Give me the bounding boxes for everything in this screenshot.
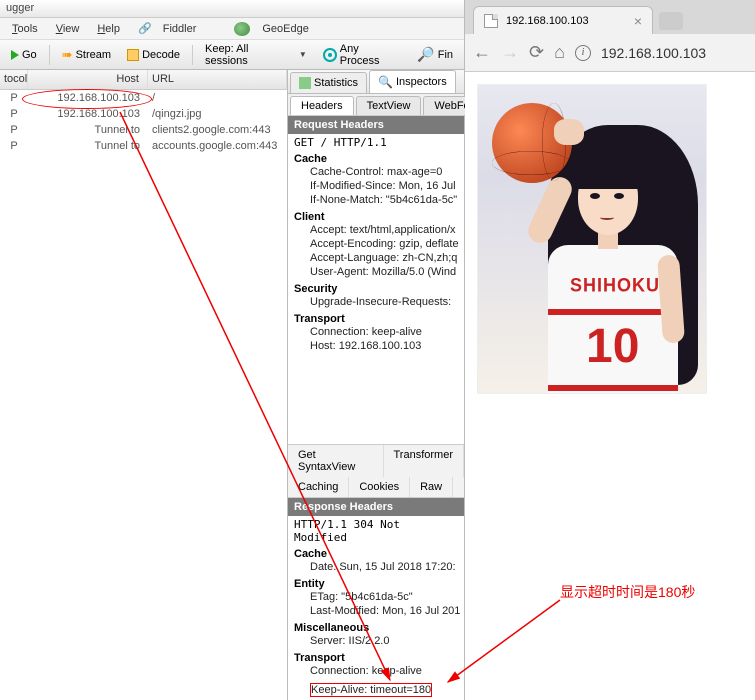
response-headers-panel: Response Headers HTTP/1.1 304 Not Modifi…	[288, 498, 464, 700]
titlebar: ugger	[0, 0, 464, 18]
geoedge-icon	[234, 22, 250, 36]
content-split: tocol Host URL P192.168.100.103/P192.168…	[0, 70, 464, 700]
col-host[interactable]: Host	[28, 70, 148, 89]
response-headers-title: Response Headers	[288, 498, 464, 516]
inspector-tabrow: Statistics 🔍Inspectors	[288, 70, 464, 94]
header-kv: Connection: keep-alive	[294, 325, 464, 339]
fiddler-window: ugger Tools View Help 🔗 Fiddler GeoEdge …	[0, 0, 465, 700]
request-headers-title: Request Headers	[288, 116, 464, 134]
header-kv: If-None-Match: "5b4c61da-5c"	[294, 193, 464, 207]
browser-window: 192.168.100.103 × ← → ⟳ ⌂ i 192.168.100.…	[465, 0, 755, 700]
go-button[interactable]: Go	[4, 45, 44, 65]
header-kv: Connection: keep-alive	[294, 664, 464, 678]
header-group: ClientAccept: text/html,application/xAcc…	[288, 209, 464, 281]
jersey-number: 10	[586, 319, 639, 374]
btn-syntaxview[interactable]: Get SyntaxView	[288, 445, 384, 477]
chrome-tabbar: 192.168.100.103 ×	[465, 0, 755, 34]
header-group: MiscellaneousServer: IIS/2.2.0	[288, 620, 464, 650]
target-icon	[323, 48, 337, 62]
session-row[interactable]: P192.168.100.103/qingzi.jpg	[0, 106, 287, 122]
back-button[interactable]: ←	[473, 42, 491, 63]
play-icon	[11, 50, 19, 60]
menu-help[interactable]: Help	[89, 21, 128, 37]
menu-fiddler[interactable]: 🔗 Fiddler	[130, 20, 212, 37]
response-line: HTTP/1.1 304 Not Modified	[288, 516, 464, 546]
header-kv: Server: IIS/2.2.0	[294, 634, 464, 648]
new-tab-button[interactable]	[659, 12, 683, 30]
response-subtabs: Get SyntaxView Transformer Caching Cooki…	[288, 444, 464, 498]
stats-icon	[299, 77, 311, 89]
browser-tab[interactable]: 192.168.100.103 ×	[473, 6, 653, 34]
header-kv: Accept-Encoding: gzip, deflate	[294, 237, 464, 251]
request-subtabs: Headers TextView WebFor	[288, 94, 464, 116]
btn-cookies[interactable]: Cookies	[349, 477, 410, 497]
header-kv: User-Agent: Mozilla/5.0 (Wind	[294, 265, 464, 279]
header-kv: Cache-Control: max-age=0	[294, 165, 464, 179]
magnifier-icon: 🔍	[378, 75, 393, 89]
header-group: TransportConnection: keep-aliveHost: 192…	[288, 311, 464, 355]
tab-statistics[interactable]: Statistics	[290, 72, 367, 93]
subtab-textview[interactable]: TextView	[356, 96, 422, 115]
inspectors-pane: Statistics 🔍Inspectors Headers TextView …	[287, 70, 464, 700]
header-kv: Accept-Language: zh-CN,zh;q	[294, 251, 464, 265]
header-kv: Last-Modified: Mon, 16 Jul 201	[294, 604, 464, 618]
info-icon[interactable]: i	[575, 45, 591, 61]
header-kv: ETag: "5b4c61da-5c"	[294, 590, 464, 604]
forward-button[interactable]: →	[501, 42, 519, 63]
session-row[interactable]: PTunnel toclients2.google.com:443	[0, 122, 287, 138]
keepalive-highlight: Keep-Alive: timeout=180	[310, 683, 432, 697]
home-button[interactable]: ⌂	[554, 42, 565, 63]
header-kv: Host: 192.168.100.103	[294, 339, 464, 353]
header-kv: If-Modified-Since: Mon, 16 Jul	[294, 179, 464, 193]
page-icon	[484, 14, 498, 28]
btn-transformer[interactable]: Transformer	[384, 445, 465, 477]
stream-button[interactable]: ➠Stream	[55, 43, 118, 67]
request-line: GET / HTTP/1.1	[288, 134, 464, 151]
keep-dropdown[interactable]: Keep: All sessions▼	[198, 39, 314, 71]
reload-button[interactable]: ⟳	[529, 42, 544, 63]
menu-geoedge[interactable]: GeoEdge	[226, 19, 324, 39]
toolbar: Go ➠Stream Decode Keep: All sessions▼ An…	[0, 40, 464, 70]
menu-tools[interactable]: Tools	[4, 21, 46, 37]
col-url[interactable]: URL	[148, 70, 287, 89]
chrome-toolbar: ← → ⟳ ⌂ i 192.168.100.103	[465, 34, 755, 72]
header-group: TransportConnection: keep-alive	[288, 650, 464, 680]
tab-title: 192.168.100.103	[506, 15, 589, 27]
find-icon: 🔎	[417, 46, 434, 63]
any-process-button[interactable]: Any Process	[316, 39, 408, 71]
annotation-text: 显示超时时间是180秒	[560, 582, 695, 602]
sessions-header: tocol Host URL	[0, 70, 287, 90]
header-group: EntityETag: "5b4c61da-5c"Last-Modified: …	[288, 576, 464, 620]
decode-icon	[127, 49, 139, 61]
chevron-down-icon: ▼	[299, 50, 307, 59]
header-kv: Date: Sun, 15 Jul 2018 17:20:	[294, 560, 464, 574]
decode-button[interactable]: Decode	[120, 45, 187, 65]
page-image: SHIHOKU 10	[477, 84, 707, 394]
btn-raw[interactable]: Raw	[410, 477, 453, 497]
jersey-text: SHIHOKU	[570, 274, 660, 297]
session-row[interactable]: PTunnel toaccounts.google.com:443	[0, 138, 287, 154]
page-body: SHIHOKU 10 显示超时时间是180秒	[465, 72, 755, 700]
btn-caching[interactable]: Caching	[288, 477, 349, 497]
col-protocol[interactable]: tocol	[0, 70, 28, 89]
header-kv: Accept: text/html,application/x	[294, 223, 464, 237]
tab-inspectors[interactable]: 🔍Inspectors	[369, 70, 456, 93]
session-row[interactable]: P192.168.100.103/	[0, 90, 287, 106]
header-group: SecurityUpgrade-Insecure-Requests:	[288, 281, 464, 311]
close-tab-icon[interactable]: ×	[634, 13, 642, 29]
stream-icon: ➠	[62, 47, 73, 63]
request-headers-panel: Request Headers GET / HTTP/1.1 CacheCach…	[288, 116, 464, 444]
find-button[interactable]: 🔎Fin	[410, 42, 460, 67]
address-bar[interactable]: 192.168.100.103	[601, 45, 706, 61]
menu-view[interactable]: View	[48, 21, 88, 37]
header-group: CacheDate: Sun, 15 Jul 2018 17:20:	[288, 546, 464, 576]
sessions-list: tocol Host URL P192.168.100.103/P192.168…	[0, 70, 287, 700]
subtab-headers[interactable]: Headers	[290, 96, 354, 115]
header-group: CacheCache-Control: max-age=0If-Modified…	[288, 151, 464, 209]
header-kv: Upgrade-Insecure-Requests:	[294, 295, 464, 309]
menubar: Tools View Help 🔗 Fiddler GeoEdge	[0, 18, 464, 40]
